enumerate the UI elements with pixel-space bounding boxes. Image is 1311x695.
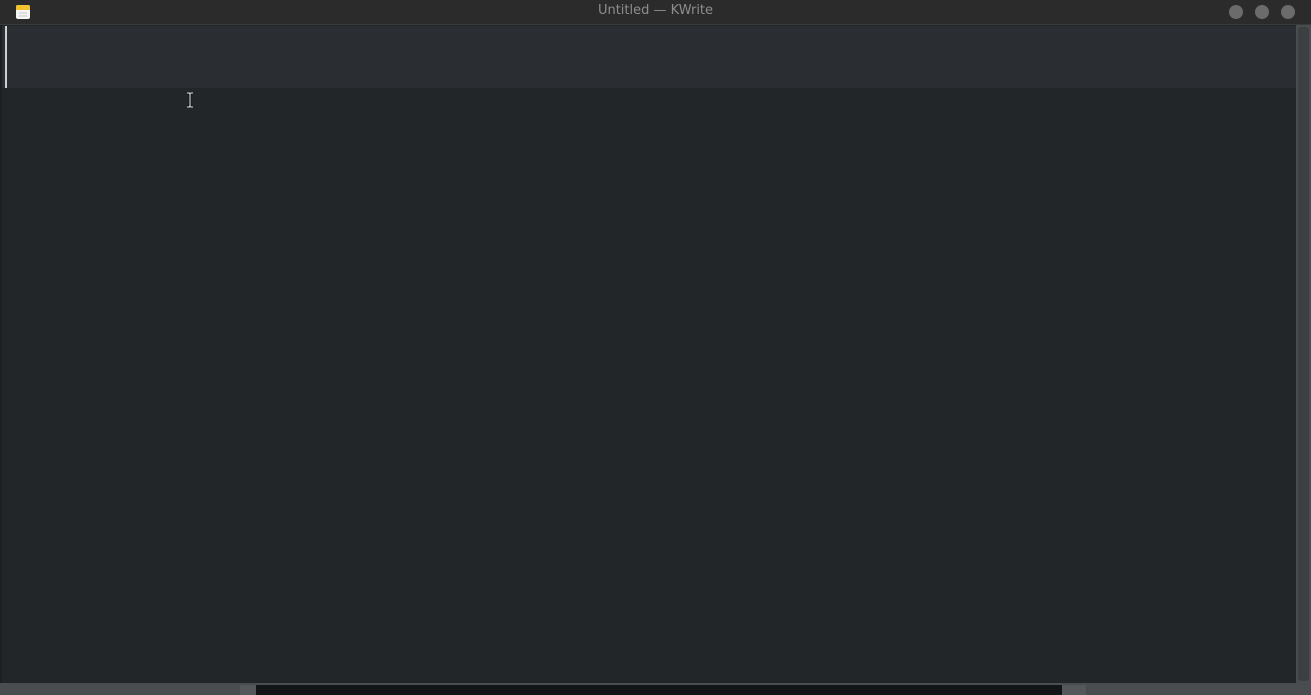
text-editor-area[interactable] [2,25,1296,683]
editor-frame [0,25,1311,695]
close-button[interactable] [1281,5,1295,19]
kwrite-window: Untitled — KWrite [0,0,1311,695]
vertical-scrollbar[interactable] [1296,25,1311,683]
ibeam-icon [187,92,193,108]
horizontal-scrollbar[interactable] [0,683,1311,695]
title-bar[interactable]: Untitled — KWrite [0,0,1311,25]
minimize-button[interactable] [1229,5,1243,19]
window-title: Untitled — KWrite [597,3,714,18]
current-line-highlight [2,26,1296,88]
maximize-button[interactable] [1255,5,1269,19]
text-caret [5,26,7,88]
horizontal-scrollbar-handle[interactable] [256,685,1062,695]
vertical-scrollbar-handle[interactable] [1298,27,1309,681]
